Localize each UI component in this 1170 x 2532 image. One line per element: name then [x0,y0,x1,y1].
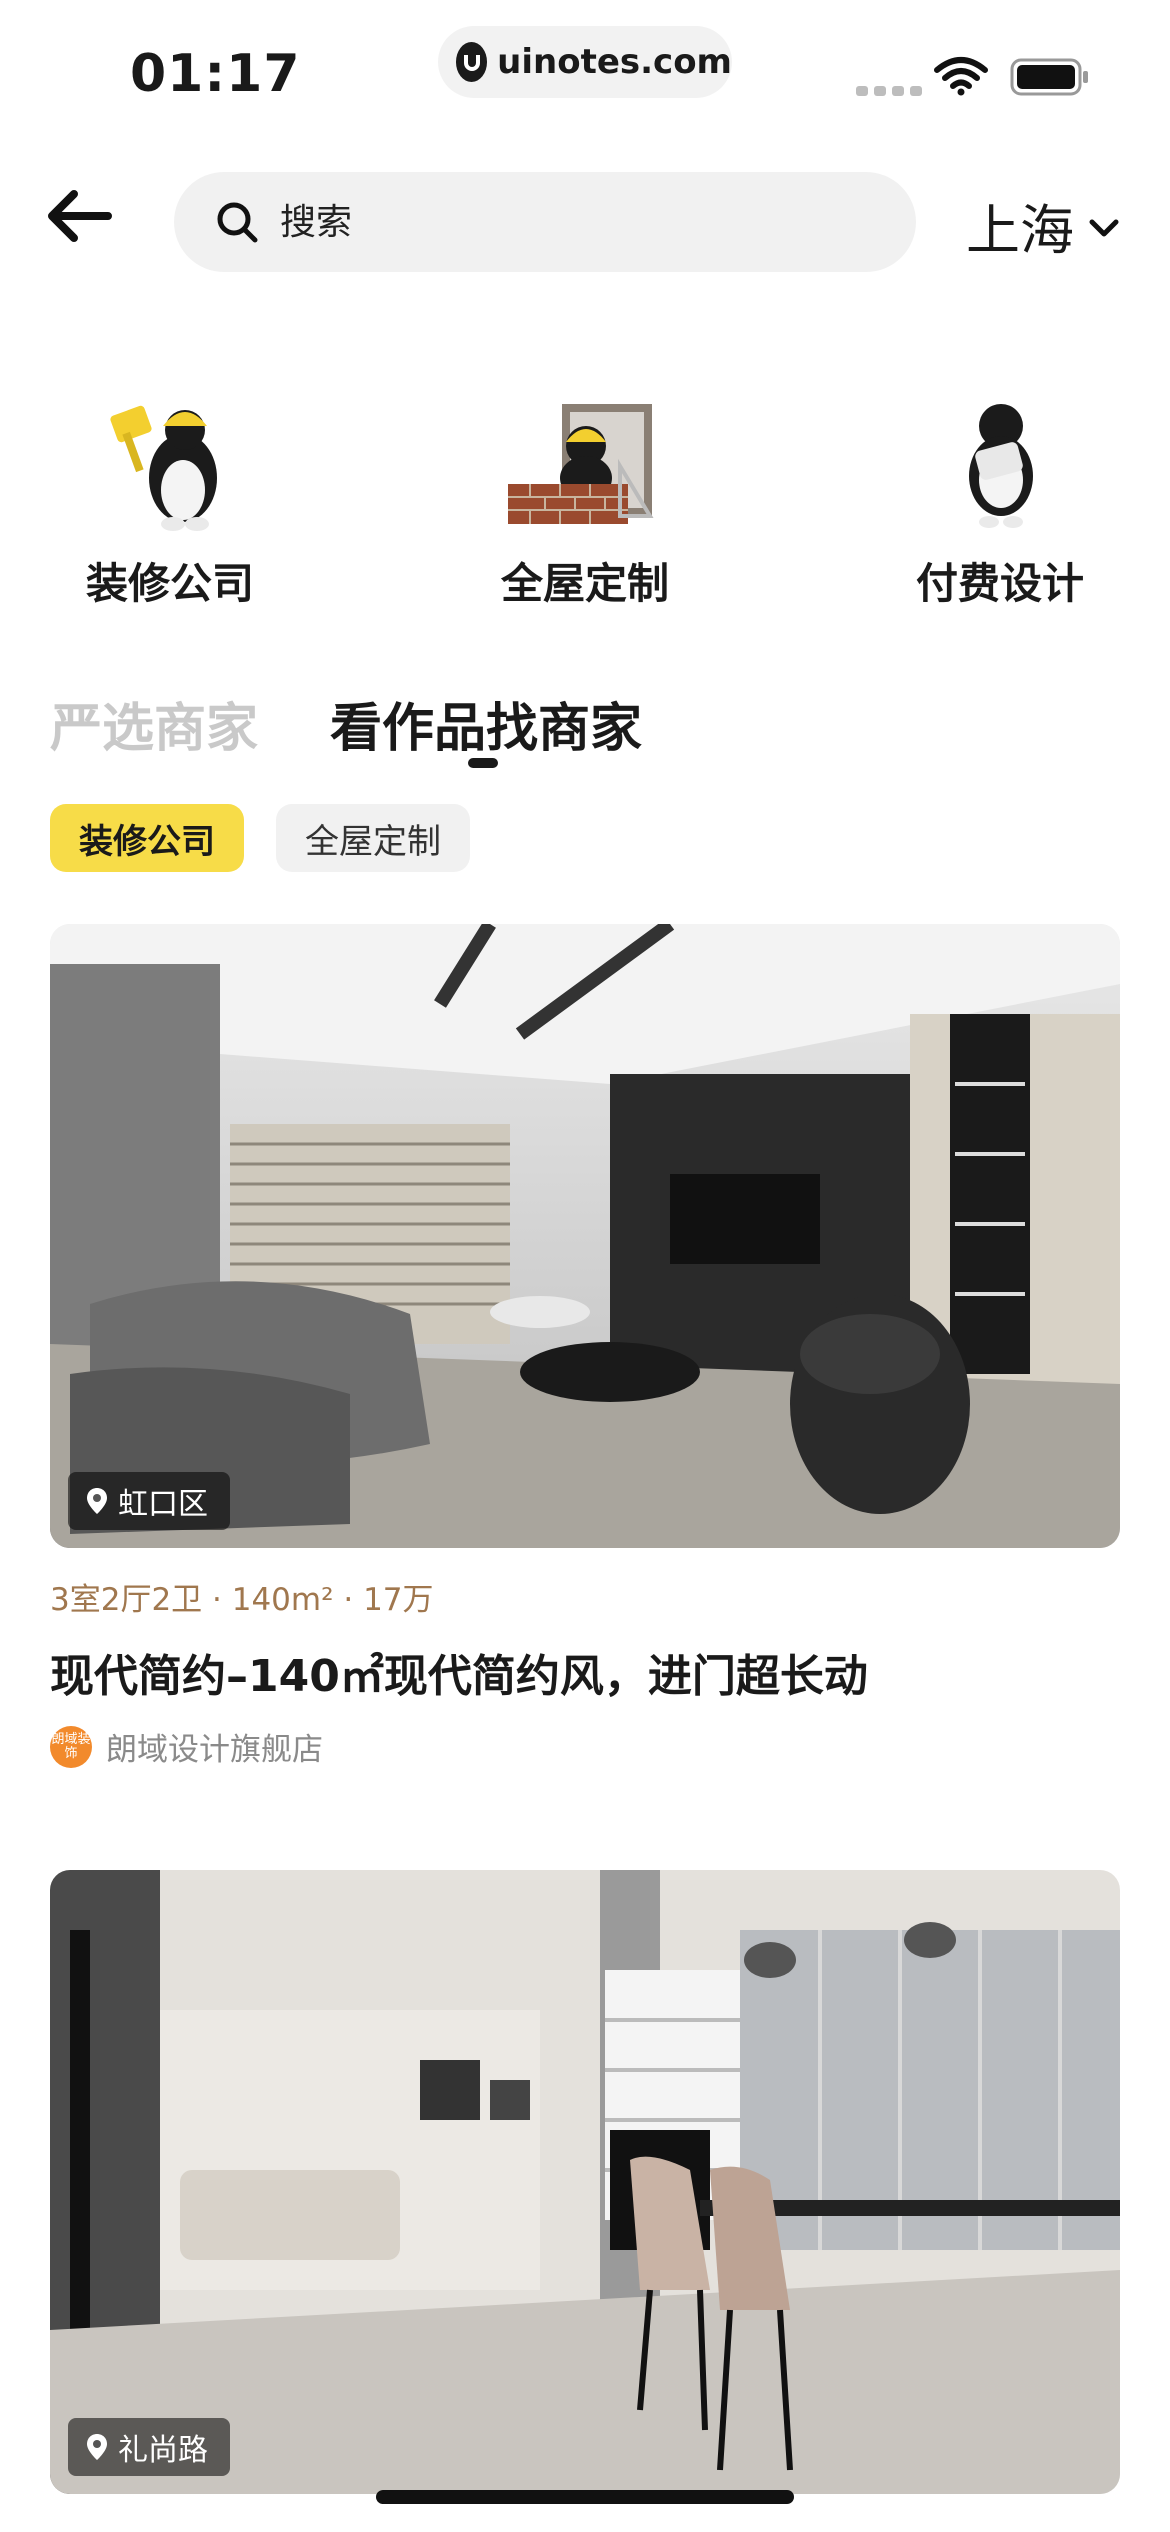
search-icon [217,202,258,243]
filter-chip-renovation[interactable]: 装修公司 [50,804,244,872]
search-bar[interactable] [174,172,916,272]
city-selector[interactable]: 上海 [966,186,1120,265]
location-badge: 礼尚路 [68,2418,230,2476]
category-label: 装修公司 [85,559,254,608]
status-bar: 01:17 uinotes.com [0,0,1170,150]
worker-mascot-icon [85,396,255,536]
card-cover-image[interactable]: 礼尚路 [50,1870,1120,2494]
living-room-photo [50,924,1120,1548]
status-time: 01:17 [130,44,301,104]
tab-indicator [468,758,498,768]
home-indicator [376,2490,794,2504]
url-pill[interactable]: uinotes.com [438,26,732,98]
tab-find-by-works[interactable]: 看作品找商家 [330,686,642,761]
card-meta: 3室2厅2卫 · 140m² · 17万 [50,1582,434,1618]
brick-wall-mascot-icon [500,396,670,536]
battery-icon [1010,58,1088,96]
category-whole-house-custom[interactable]: 全屋定制 [455,396,715,611]
dining-room-photo [50,1870,1120,2494]
designer-mascot-icon [915,396,1085,536]
category-renovation-company[interactable]: 装修公司 [40,396,300,611]
signal-icon [856,86,922,96]
location-text: 虹口区 [118,1487,208,1522]
category-label: 全屋定制 [500,559,669,608]
tab-curated-merchants[interactable]: 严选商家 [50,686,258,761]
wifi-icon [934,57,988,96]
location-text: 礼尚路 [118,2433,208,2468]
url-text: uinotes.com [497,42,732,82]
filter-chip-whole-house[interactable]: 全屋定制 [276,804,470,872]
back-button[interactable] [44,186,124,256]
location-pin-icon [87,2434,107,2460]
site-logo-icon [456,42,488,82]
shop-name: 朗域设计旗舰店 [106,1732,323,1768]
card-cover-image[interactable]: 虹口区 [50,924,1120,1548]
location-pin-icon [87,1488,107,1514]
category-paid-design[interactable]: 付费设计 [870,396,1130,611]
arrow-left-icon [48,190,112,242]
chevron-down-icon [1089,219,1119,236]
location-badge: 虹口区 [68,1472,230,1530]
category-label: 付费设计 [915,559,1084,608]
card-title[interactable]: 现代简约–140㎡现代简约风，进门超长动 [50,1640,868,1704]
search-input[interactable] [278,200,798,244]
city-label: 上海 [966,199,1074,262]
shop-avatar: 朗域装饰 [50,1725,92,1768]
shop-link[interactable]: 朗域装饰 朗域设计旗舰店 [50,1724,323,1769]
